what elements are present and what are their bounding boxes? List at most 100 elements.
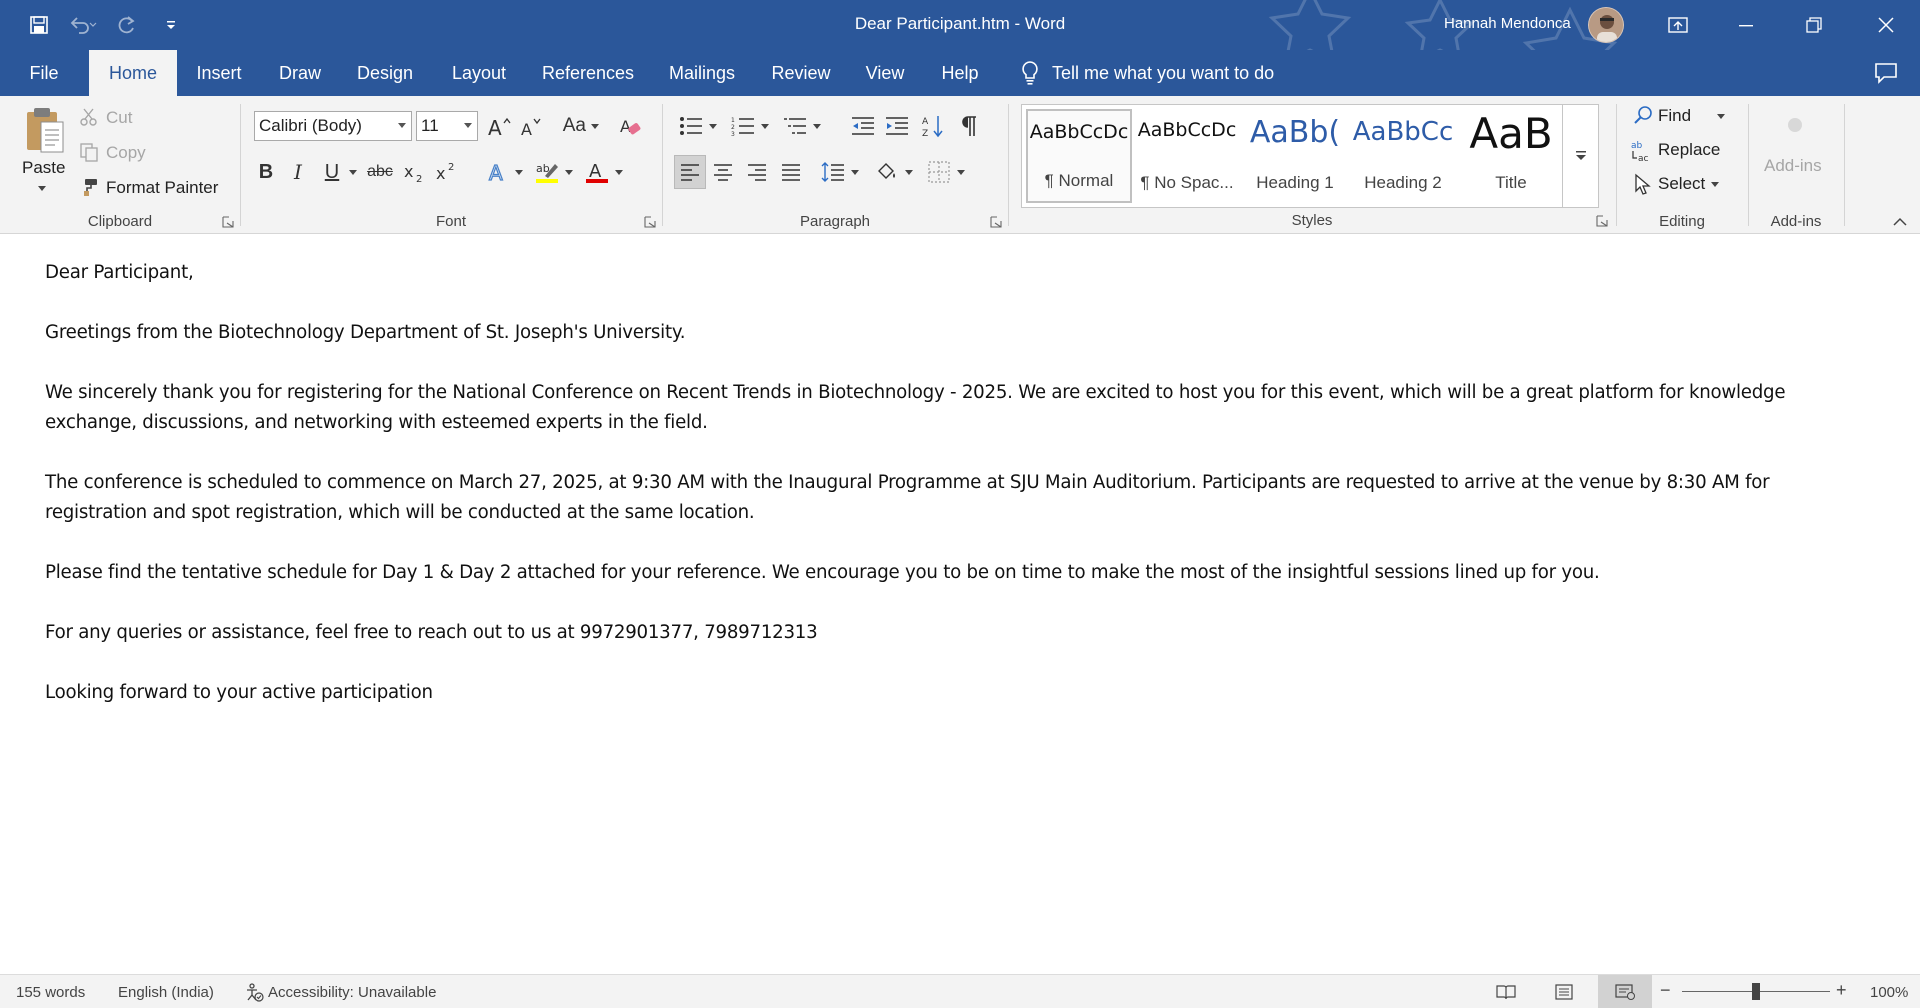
show-formatting-button[interactable] <box>954 110 984 142</box>
document-paragraph[interactable]: We sincerely thank you for registering f… <box>45 378 1845 438</box>
bullets-options-button[interactable] <box>706 110 720 142</box>
accessibility-checker[interactable]: Accessibility: Unavailable <box>244 982 436 1002</box>
zoom-slider-thumb[interactable] <box>1752 983 1760 1000</box>
cut-button[interactable] <box>78 106 100 128</box>
undo-button[interactable] <box>66 8 100 42</box>
italic-button[interactable]: I <box>284 156 312 188</box>
replace-button[interactable]: ab ac <box>1630 138 1656 164</box>
bold-button[interactable]: B <box>252 156 280 188</box>
language-indicator[interactable]: English (India) <box>118 984 214 1001</box>
clear-formatting-button[interactable]: A <box>614 110 646 142</box>
styles-more-button[interactable] <box>1562 104 1599 208</box>
customize-qat-button[interactable] <box>154 8 188 42</box>
format-painter-button[interactable] <box>78 176 100 198</box>
document-paragraph[interactable]: For any queries or assistance, feel free… <box>45 618 1845 648</box>
style-heading-1[interactable]: AaBb( Heading 1 <box>1242 109 1348 203</box>
web-layout-button[interactable] <box>1598 975 1652 1008</box>
font-color-button[interactable]: A <box>582 156 612 188</box>
select-options-button[interactable] <box>1708 176 1722 192</box>
format-painter-label[interactable]: Format Painter <box>106 178 218 198</box>
highlight-options-button[interactable] <box>562 156 576 188</box>
find-button[interactable] <box>1632 104 1654 126</box>
underline-options-button[interactable] <box>346 156 360 188</box>
document-paragraph[interactable]: Please find the tentative schedule for D… <box>45 558 1845 588</box>
addins-button-label[interactable]: Add-ins <box>1764 156 1822 176</box>
zoom-in-button[interactable]: + <box>1836 980 1847 1001</box>
tab-mailings[interactable]: Mailings <box>659 50 745 96</box>
dialog-launcher-icon[interactable] <box>644 216 656 228</box>
find-label[interactable]: Find <box>1658 106 1691 126</box>
style-heading-2[interactable]: AaBbCc Heading 2 <box>1350 109 1456 203</box>
borders-button[interactable] <box>924 156 954 188</box>
text-effects-button[interactable]: A <box>484 156 512 188</box>
align-left-button[interactable] <box>674 155 706 189</box>
dialog-launcher-icon[interactable] <box>222 216 234 228</box>
shrink-font-button[interactable]: A <box>516 110 546 142</box>
read-mode-button[interactable] <box>1482 975 1530 1008</box>
multilevel-list-button[interactable] <box>780 110 810 142</box>
dialog-launcher-icon[interactable] <box>990 216 1002 228</box>
numbering-options-button[interactable] <box>758 110 772 142</box>
dialog-launcher-icon[interactable] <box>1596 215 1608 227</box>
superscript-button[interactable]: x2 <box>432 156 462 188</box>
change-case-button[interactable]: Aa <box>558 110 604 142</box>
tab-view[interactable]: View <box>858 50 912 96</box>
avatar[interactable] <box>1588 7 1624 43</box>
multilevel-list-options-button[interactable] <box>810 110 824 142</box>
save-button[interactable] <box>22 8 56 42</box>
tell-me-search[interactable]: Tell me what you want to do <box>1020 50 1274 96</box>
shading-options-button[interactable] <box>902 156 916 188</box>
align-center-button[interactable] <box>708 156 738 188</box>
grow-font-button[interactable]: A <box>484 110 514 142</box>
select-button[interactable] <box>1632 172 1654 196</box>
highlight-button[interactable]: ab <box>532 156 562 188</box>
style-no-spacing[interactable]: AaBbCcDc ¶ No Spac... <box>1134 109 1240 203</box>
subscript-button[interactable]: x2 <box>400 156 430 188</box>
borders-options-button[interactable] <box>954 156 968 188</box>
document-paragraph[interactable]: The conference is scheduled to commence … <box>45 468 1845 528</box>
replace-label[interactable]: Replace <box>1658 140 1720 160</box>
word-count[interactable]: 155 words <box>16 984 85 1001</box>
tab-design[interactable]: Design <box>348 50 422 96</box>
tab-review[interactable]: Review <box>765 50 837 96</box>
align-right-button[interactable] <box>742 156 772 188</box>
increase-indent-button[interactable] <box>882 110 912 142</box>
tab-file[interactable]: File <box>18 50 70 96</box>
style-normal[interactable]: AaBbCcDc ¶ Normal <box>1026 109 1132 203</box>
text-effects-options-button[interactable] <box>512 156 526 188</box>
sort-button[interactable]: AZ <box>918 110 948 142</box>
close-button[interactable] <box>1852 0 1920 50</box>
copy-button[interactable] <box>78 141 100 163</box>
addins-icon-button[interactable] <box>1784 114 1806 136</box>
find-options-button[interactable] <box>1714 108 1728 124</box>
select-label[interactable]: Select <box>1658 174 1705 194</box>
bullets-button[interactable] <box>676 110 706 142</box>
minimize-button[interactable] <box>1712 0 1780 50</box>
document-paragraph[interactable]: Dear Participant, <box>45 258 1845 288</box>
justify-button[interactable] <box>776 156 806 188</box>
shading-button[interactable] <box>872 156 902 188</box>
document-body[interactable]: Dear Participant, Greetings from the Bio… <box>0 234 1920 974</box>
paste-options-button[interactable] <box>36 183 48 193</box>
decrease-indent-button[interactable] <box>848 110 878 142</box>
line-spacing-options-button[interactable] <box>848 156 862 188</box>
ribbon-display-options-button[interactable] <box>1644 0 1712 50</box>
paste-label[interactable]: Paste <box>22 158 65 178</box>
tab-draw[interactable]: Draw <box>271 50 329 96</box>
font-color-options-button[interactable] <box>612 156 626 188</box>
restore-button[interactable] <box>1780 0 1848 50</box>
document-paragraph[interactable]: Looking forward to your active participa… <box>45 678 1845 708</box>
tab-insert[interactable]: Insert <box>186 50 252 96</box>
font-size-combo[interactable]: 11 <box>416 111 478 141</box>
line-spacing-button[interactable] <box>818 156 848 188</box>
style-title[interactable]: AaB Title <box>1458 109 1564 203</box>
font-name-combo[interactable]: Calibri (Body) <box>254 111 412 141</box>
paste-button[interactable] <box>16 104 72 156</box>
tab-home[interactable]: Home <box>89 50 177 96</box>
tab-help[interactable]: Help <box>931 50 989 96</box>
redo-button[interactable] <box>110 8 144 42</box>
underline-button[interactable]: U <box>318 156 346 188</box>
collapse-ribbon-button[interactable] <box>1888 212 1912 230</box>
print-layout-button[interactable] <box>1540 975 1588 1008</box>
user-name[interactable]: Hannah Mendonca <box>1444 15 1571 32</box>
